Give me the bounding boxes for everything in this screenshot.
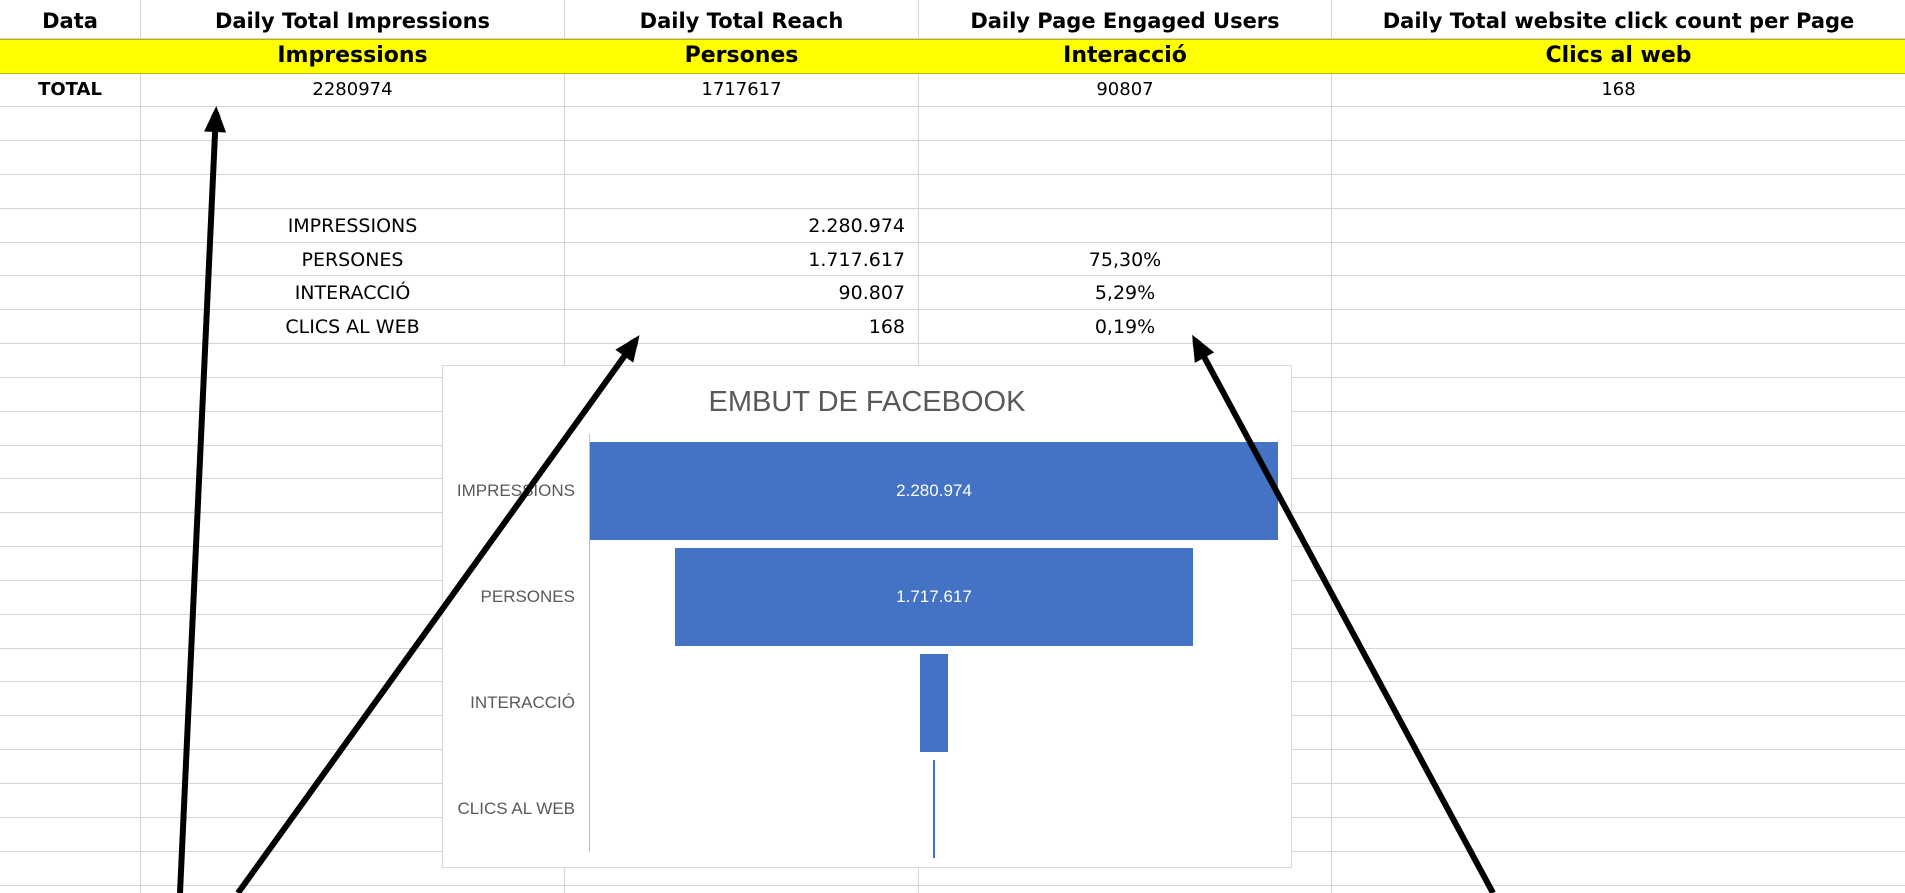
summary-pct-clics[interactable]: 0,19% xyxy=(919,310,1331,343)
subheader-interaccio[interactable]: Interacció xyxy=(919,39,1331,72)
summary-label-clics[interactable]: CLICS AL WEB xyxy=(141,310,564,343)
category-labels: IMPRESSIONS PERSONES INTERACCIÓ CLICS AL WE… xyxy=(443,366,575,867)
category-label: INTERACCIÓ xyxy=(470,693,575,712)
category-label: PERSONES xyxy=(480,587,575,606)
total-engaged[interactable]: 90807 xyxy=(919,73,1331,106)
summary-pct-interaccio[interactable]: 5,29% xyxy=(919,276,1331,309)
header-daily-total-impressions[interactable]: Daily Total Impressions xyxy=(141,4,564,38)
summary-value-impressions[interactable]: 2.280.974 xyxy=(565,209,905,242)
summary-value-clics[interactable]: 168 xyxy=(565,310,905,343)
bar-data-label: 2.280.974 xyxy=(896,481,972,500)
category-label: IMPRESSIONS xyxy=(456,481,575,500)
row-gridline xyxy=(0,343,1905,344)
bar-data-label: 1.717.617 xyxy=(896,587,972,606)
summary-label-interaccio[interactable]: INTERACCIÓ xyxy=(141,276,564,309)
total-impressions[interactable]: 2280974 xyxy=(141,73,564,106)
row-gridline xyxy=(0,106,1905,107)
header-daily-total-reach[interactable]: Daily Total Reach xyxy=(565,4,918,38)
funnel-chart[interactable]: EMBUT DE FACEBOOK IMPRESSIONS PERSONES INT… xyxy=(442,365,1292,868)
subheader-impressions[interactable]: Impressions xyxy=(141,39,564,72)
row-gridline xyxy=(0,885,1905,886)
summary-label-impressions[interactable]: IMPRESSIONS xyxy=(141,209,564,242)
arrowhead-icon xyxy=(204,106,227,133)
funnel-bar[interactable] xyxy=(933,760,935,858)
total-reach[interactable]: 1717617 xyxy=(565,73,918,106)
row-gridline xyxy=(0,174,1905,175)
summary-value-interaccio[interactable]: 90.807 xyxy=(565,276,905,309)
header-daily-page-engaged-users[interactable]: Daily Page Engaged Users xyxy=(919,4,1331,38)
header-website-click-count[interactable]: Daily Total website click count per Page xyxy=(1332,4,1905,38)
row-gridline xyxy=(0,140,1905,141)
subheader-persones[interactable]: Persones xyxy=(565,39,918,72)
funnel-bar[interactable] xyxy=(920,654,948,752)
column-gridline xyxy=(140,0,141,893)
summary-label-persones[interactable]: PERSONES xyxy=(141,243,564,276)
header-data[interactable]: Data xyxy=(0,4,140,38)
subheader-clics-al-web[interactable]: Clics al web xyxy=(1332,39,1905,72)
category-label: CLICS AL WEB xyxy=(457,799,575,818)
total-clicks[interactable]: 168 xyxy=(1332,73,1905,106)
column-gridline xyxy=(1331,0,1332,893)
summary-pct-persones[interactable]: 75,30% xyxy=(919,243,1331,276)
summary-value-persones[interactable]: 1.717.617 xyxy=(565,243,905,276)
total-label[interactable]: TOTAL xyxy=(0,73,140,106)
